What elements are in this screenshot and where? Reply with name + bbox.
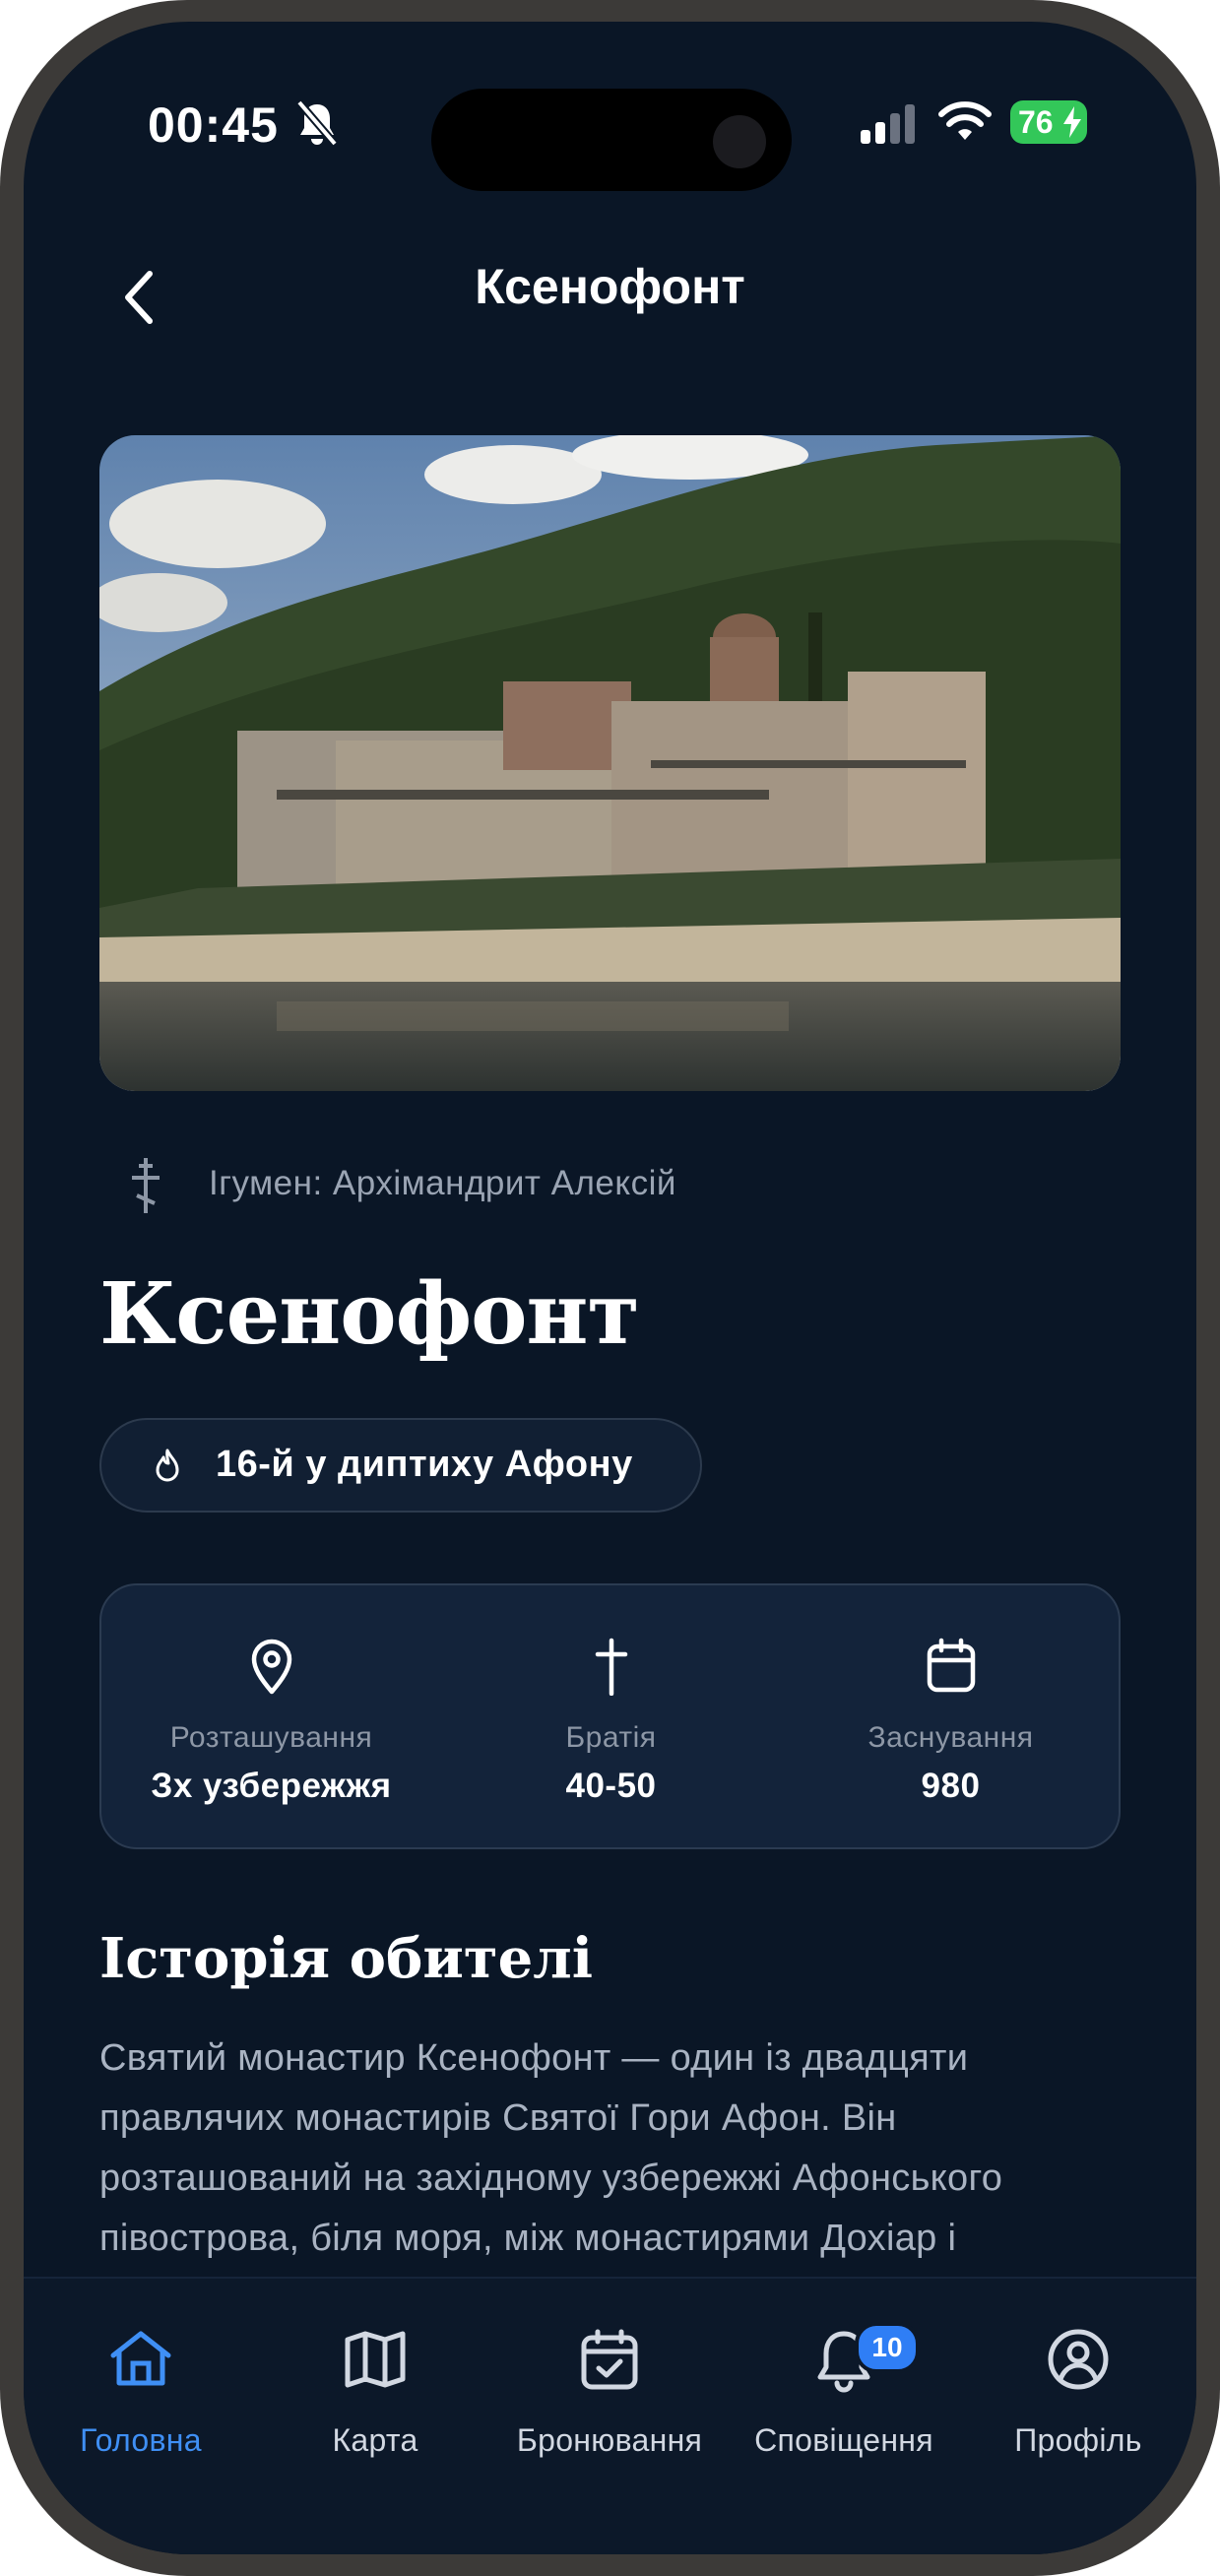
orthodox-cross-icon: [132, 1158, 160, 1213]
tab-profile[interactable]: Профіль: [961, 2279, 1195, 2476]
bottom-tab-bar: Головна Карта Бронювання 10 Сповіщення П…: [24, 2277, 1196, 2554]
profile-icon: [1048, 2329, 1109, 2390]
stat-label: Братія: [565, 1721, 657, 1754]
tab-home[interactable]: Головна: [24, 2279, 258, 2476]
silent-bell-icon: [295, 99, 339, 147]
page-title: Ксенофонт: [475, 259, 745, 314]
cross-icon: [595, 1638, 627, 1696]
monastery-photo: [99, 435, 1121, 1091]
history-title: Історія обителі: [99, 1926, 593, 1991]
stat-value: Зх узбережжя: [151, 1767, 392, 1805]
tab-label: Карта: [332, 2422, 418, 2458]
stat-label: Розташування: [169, 1721, 373, 1754]
wifi-icon: [938, 101, 992, 140]
phone-frame: 00:45 76 Ксенофонт Ігумен: Архімандрит А…: [0, 0, 1220, 2576]
map-icon: [345, 2331, 406, 2388]
location-pin-icon: [251, 1639, 291, 1695]
calendar-check-icon: [581, 2329, 638, 2390]
diptych-badge: 16-й у диптиху Афону: [99, 1418, 702, 1513]
charging-bolt-icon: [1063, 106, 1081, 138]
battery-level: 76: [1018, 104, 1054, 140]
cellular-signal-icon: [861, 104, 915, 144]
stat-brethren: Братія 40-50: [441, 1585, 781, 1847]
calendar-icon: [927, 1638, 975, 1693]
notifications-badge: 10: [855, 2322, 920, 2373]
stats-card: Розташування Зх узбережжя Братія 40-50 З…: [99, 1583, 1121, 1849]
flame-icon: [156, 1449, 179, 1482]
app-screen: 00:45 76 Ксенофонт Ігумен: Архімандрит А…: [24, 22, 1196, 2554]
home-icon: [110, 2331, 171, 2386]
battery-indicator: 76: [1010, 100, 1087, 144]
diptych-badge-label: 16-й у диптиху Афону: [216, 1444, 633, 1485]
history-text: Святий монастир Ксенофонт — один із двад…: [99, 2037, 1003, 2259]
stat-label: Заснування: [867, 1721, 1034, 1754]
tab-map[interactable]: Карта: [258, 2279, 492, 2476]
status-time: 00:45: [148, 97, 279, 153]
front-camera: [713, 115, 766, 168]
tab-label: Профіль: [1014, 2422, 1142, 2458]
stat-value: 980: [921, 1767, 981, 1805]
abbot-name: Ігумен: Архімандрит Алексій: [209, 1164, 676, 1202]
tab-notifications[interactable]: 10 Сповіщення: [727, 2279, 961, 2476]
monastery-name: Ксенофонт: [99, 1264, 640, 1364]
tab-booking[interactable]: Бронювання: [492, 2279, 727, 2476]
tab-label: Сповіщення: [754, 2422, 933, 2458]
stat-founded: Заснування 980: [781, 1585, 1121, 1847]
stat-value: 40-50: [565, 1767, 657, 1805]
tab-label: Бронювання: [516, 2422, 703, 2458]
stat-location: Розташування Зх узбережжя: [101, 1585, 441, 1847]
